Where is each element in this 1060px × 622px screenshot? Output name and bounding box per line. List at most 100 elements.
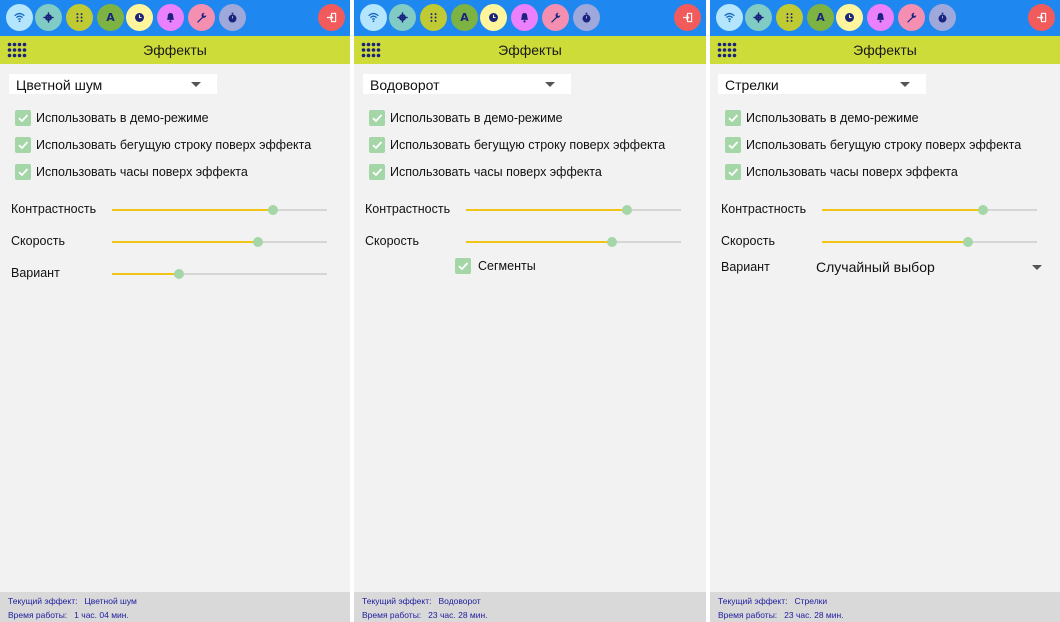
effect-select[interactable]: Стрелки — [718, 74, 926, 94]
demo-mode-option[interactable]: Использовать в демо-режиме — [15, 109, 209, 127]
exit-button[interactable] — [318, 4, 345, 31]
wifi-button[interactable] — [716, 4, 743, 31]
stopwatch-button[interactable] — [219, 4, 246, 31]
contrast-slider-thumb[interactable] — [268, 205, 279, 215]
stopwatch-button[interactable] — [929, 4, 956, 31]
stopwatch-icon — [228, 12, 237, 23]
speed-slider-thumb[interactable] — [607, 237, 618, 247]
uptime-value: 23 час. 28 мин. — [784, 610, 844, 620]
bell-button[interactable] — [157, 4, 184, 31]
contrast-slider-thumb[interactable] — [978, 205, 989, 215]
clock-button[interactable] — [836, 4, 863, 31]
speed-slider[interactable] — [466, 237, 681, 247]
demo-mode-checkbox[interactable] — [15, 110, 31, 126]
segments-checkbox[interactable] — [455, 258, 471, 274]
contrast-slider[interactable] — [112, 205, 327, 215]
dots-grid-icon — [76, 13, 83, 22]
checkmark-icon — [18, 141, 29, 150]
speed-slider-fill — [112, 241, 259, 243]
demo-mode-option[interactable]: Использовать в демо-режиме — [369, 109, 563, 127]
wrench-button[interactable] — [542, 4, 569, 31]
status-footer: Текущий эффект: Водоворот Время работы: 23… — [354, 592, 706, 622]
exit-button[interactable] — [1028, 4, 1055, 31]
contrast-slider-fill — [112, 209, 274, 211]
title-bar: Эффекты — [354, 36, 706, 64]
dots-grid-button[interactable] — [66, 4, 93, 31]
speed-slider[interactable] — [112, 237, 327, 247]
checkmark-icon — [728, 168, 739, 177]
bell-button[interactable] — [511, 4, 538, 31]
running-text-checkbox[interactable] — [725, 137, 741, 153]
page-title: Эффекты — [853, 42, 917, 58]
effect-select[interactable]: Цветной шум — [9, 74, 217, 94]
demo-mode-checkbox[interactable] — [725, 110, 741, 126]
clock-overlay-option[interactable]: Использовать часы поверх эффекта — [15, 163, 248, 181]
segments-label: Сегменты — [478, 259, 536, 273]
clock-overlay-label: Использовать часы поверх эффекта — [390, 165, 602, 179]
running-text-option[interactable]: Использовать бегущую строку поверх эффек… — [15, 136, 311, 154]
effect-select[interactable]: Водоворот — [363, 74, 571, 94]
clock-overlay-checkbox[interactable] — [725, 164, 741, 180]
dots-grid-icon — [430, 13, 437, 22]
running-text-option[interactable]: Использовать бегущую строку поверх эффек… — [725, 136, 1021, 154]
status-footer: Текущий эффект: Стрелки Время работы: 23 ч… — [710, 592, 1060, 622]
letter-a-button[interactable]: A — [807, 4, 834, 31]
running-text-option[interactable]: Использовать бегущую строку поверх эффек… — [369, 136, 665, 154]
effect-select-value: Водоворот — [370, 77, 440, 93]
clock-overlay-option[interactable]: Использовать часы поверх эффекта — [369, 163, 602, 181]
running-text-label: Использовать бегущую строку поверх эффек… — [746, 138, 1022, 152]
dots-grid-button[interactable] — [776, 4, 803, 31]
wrench-button[interactable] — [898, 4, 925, 31]
clock-button[interactable] — [480, 4, 507, 31]
contrast-slider[interactable] — [466, 205, 681, 215]
speed-slider-thumb[interactable] — [963, 237, 974, 247]
clock-overlay-checkbox[interactable] — [15, 164, 31, 180]
bell-button[interactable] — [867, 4, 894, 31]
clock-overlay-option[interactable]: Использовать часы поверх эффекта — [725, 163, 958, 181]
gear-icon — [397, 12, 408, 23]
chevron-down-icon — [191, 82, 201, 87]
segments-option[interactable]: Сегменты — [455, 257, 536, 275]
demo-mode-label: Использовать в демо-режиме — [36, 111, 209, 125]
demo-mode-label: Использовать в демо-режиме — [746, 111, 919, 125]
stopwatch-button[interactable] — [573, 4, 600, 31]
clock-overlay-checkbox[interactable] — [369, 164, 385, 180]
dots-grid-button[interactable] — [420, 4, 447, 31]
clock-button[interactable] — [126, 4, 153, 31]
bell-icon — [167, 13, 174, 23]
letter-a-icon: A — [816, 11, 825, 24]
running-text-checkbox[interactable] — [369, 137, 385, 153]
uptime-label: Время работы: — [8, 610, 68, 620]
running-text-checkbox[interactable] — [15, 137, 31, 153]
demo-mode-checkbox[interactable] — [369, 110, 385, 126]
checkmark-icon — [18, 168, 29, 177]
current-effect-label: Текущий эффект: — [8, 596, 78, 606]
gear-button[interactable] — [389, 4, 416, 31]
current-effect-value: Цветной шум — [84, 596, 137, 606]
letter-a-button[interactable]: A — [97, 4, 124, 31]
gear-button[interactable] — [35, 4, 62, 31]
current-effect-value: Стрелки — [794, 596, 828, 606]
variant-slider[interactable] — [112, 269, 327, 279]
uptime-label: Время работы: — [718, 610, 778, 620]
letter-a-button[interactable]: A — [451, 4, 478, 31]
contrast-slider[interactable] — [822, 205, 1037, 215]
wifi-button[interactable] — [360, 4, 387, 31]
clock-icon — [845, 13, 854, 22]
demo-mode-option[interactable]: Использовать в демо-режиме — [725, 109, 919, 127]
speed-slider-thumb[interactable] — [253, 237, 264, 247]
wrench-button[interactable] — [188, 4, 215, 31]
variant-select[interactable]: Случайный выбор — [816, 257, 1044, 277]
settings-panel-colored-noise: A Эффекты Цветной шум Использовать в дем… — [0, 0, 350, 622]
top-toolbar: A — [0, 0, 350, 36]
uptime-value: 23 час. 28 мин. — [428, 610, 488, 620]
contrast-slider-thumb[interactable] — [622, 205, 633, 215]
gear-icon — [753, 12, 764, 23]
wrench-icon — [907, 12, 917, 23]
exit-button[interactable] — [674, 4, 701, 31]
gear-button[interactable] — [745, 4, 772, 31]
wifi-button[interactable] — [6, 4, 33, 31]
speed-slider[interactable] — [822, 237, 1037, 247]
current-effect-status: Текущий эффект: Стрелки — [718, 596, 827, 606]
variant-slider-thumb[interactable] — [173, 269, 184, 279]
